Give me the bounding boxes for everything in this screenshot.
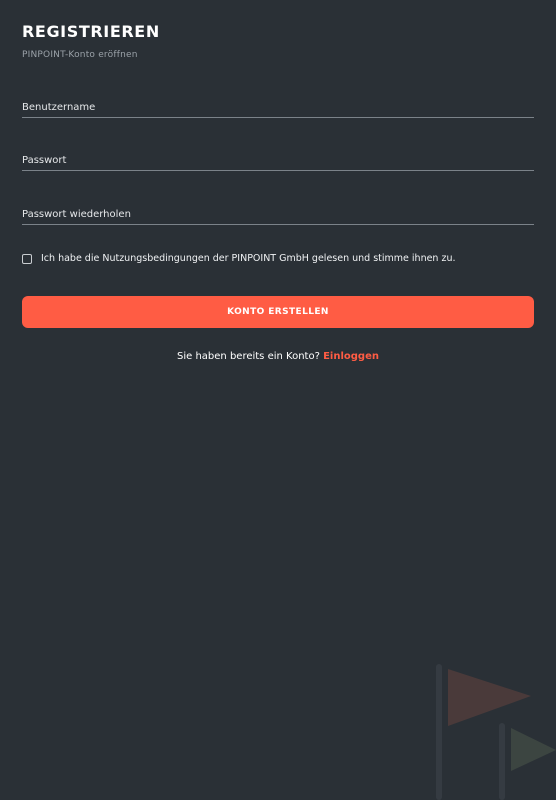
register-page: REGISTRIEREN PINPOINT-Konto eröffnen Ich… <box>0 0 556 800</box>
create-account-button[interactable]: KONTO ERSTELLEN <box>22 296 534 328</box>
terms-row: Ich habe die Nutzungsbedingungen der PIN… <box>22 253 456 264</box>
password-input[interactable] <box>22 149 534 172</box>
password-repeat-input[interactable] <box>22 203 534 226</box>
page-subtitle: PINPOINT-Konto eröffnen <box>22 50 138 60</box>
terms-checkbox[interactable] <box>22 253 32 264</box>
login-link[interactable]: Einloggen <box>323 351 379 362</box>
login-prompt-row: Sie haben bereits ein Konto? Einloggen <box>0 351 556 362</box>
password-repeat-field-wrapper <box>22 202 534 226</box>
terms-label: Ich habe die Nutzungsbedingungen der PIN… <box>41 253 456 264</box>
username-input[interactable] <box>22 96 534 119</box>
username-field-wrapper <box>22 95 534 119</box>
flags-icon <box>436 664 556 800</box>
login-prompt-text: Sie haben bereits ein Konto? <box>177 351 320 362</box>
page-title: REGISTRIEREN <box>22 22 160 41</box>
password-field-wrapper <box>22 148 534 172</box>
